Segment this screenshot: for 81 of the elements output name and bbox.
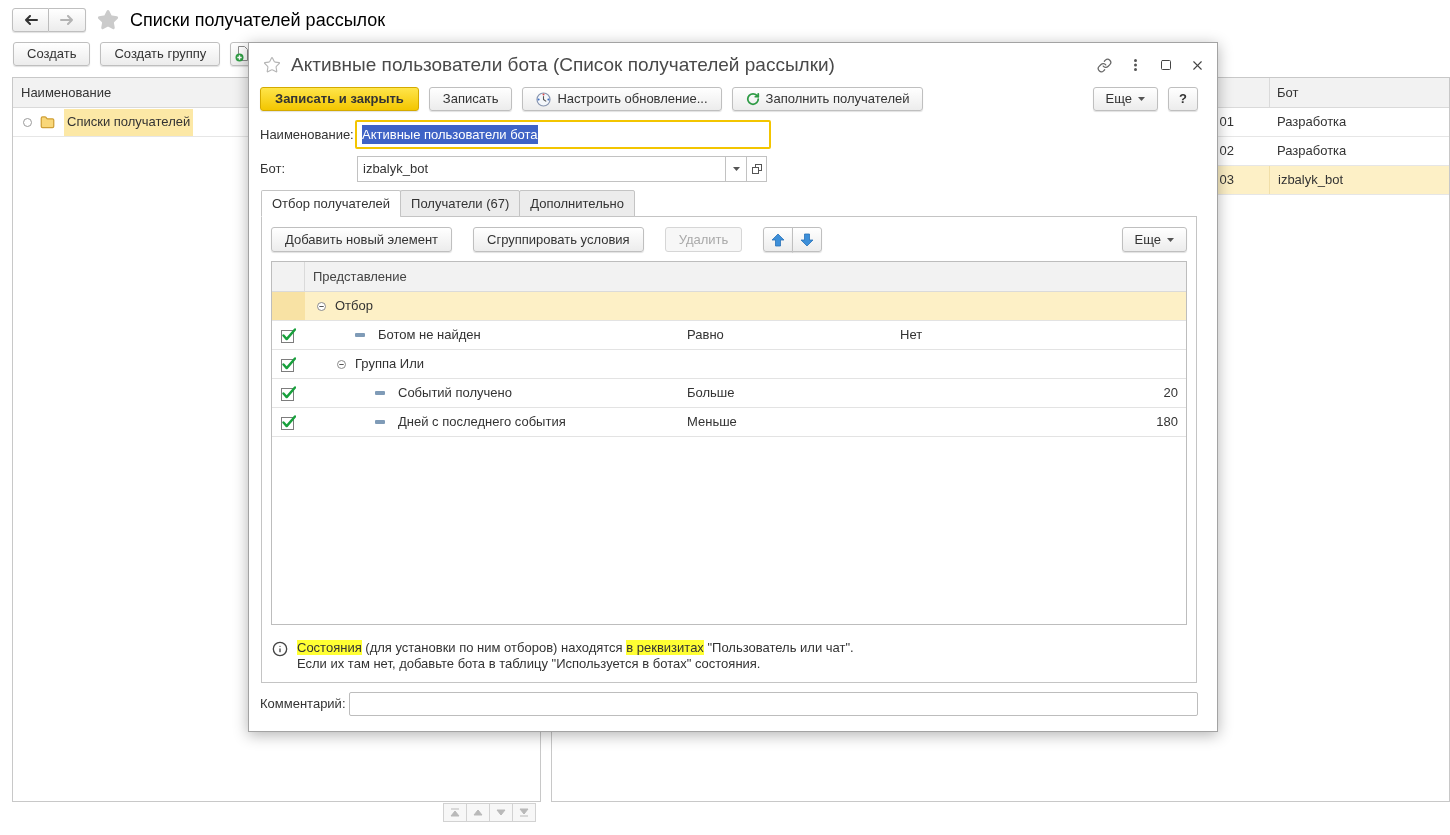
dialog-title: Активные пользователи бота (Список получателей рассылки) — [291, 52, 835, 77]
field-label: Бот: — [260, 160, 287, 179]
circle-icon — [23, 117, 32, 127]
value-cell-text: 180 — [1156, 413, 1178, 432]
info-text: Если их там нет, добавьте бота в таблицу "Используется в ботах" состояния. — [297, 656, 762, 672]
value-cell-text: Нет — [900, 326, 923, 345]
triangle-down-icon — [496, 808, 506, 817]
toolbar-button[interactable]: Добавить новый элемент — [271, 227, 453, 252]
tab[interactable]: Получатели (67) — [400, 190, 521, 217]
help-button[interactable]: ? — [1168, 87, 1198, 111]
table-cell-text: 03 — [1219, 171, 1234, 190]
collapse-icon[interactable] — [317, 301, 326, 311]
star-icon[interactable] — [263, 56, 281, 74]
arrow-right-icon — [60, 15, 74, 25]
group-item[interactable]: Списки получателей — [64, 108, 194, 136]
more-button[interactable]: Еще — [1092, 87, 1158, 111]
dash-icon — [355, 333, 365, 337]
arrow-left-icon — [23, 15, 38, 25]
dots-vertical-icon — [1133, 59, 1137, 71]
condition-label: Событий получено — [398, 384, 512, 403]
toolbar-button[interactable]: Настроить обновление... — [522, 87, 722, 111]
primary-button[interactable]: Записать и закрыть — [260, 87, 419, 111]
dropdown-button[interactable] — [726, 156, 747, 182]
move-up-button[interactable] — [763, 227, 794, 252]
checkbox[interactable] — [281, 356, 296, 372]
clock-icon — [536, 91, 552, 107]
table-cell-text: Разработка — [1277, 113, 1347, 132]
field-label: Комментарий: — [260, 695, 347, 714]
table-cell-text: 02 — [1219, 142, 1234, 161]
value-cell-text: 20 — [1163, 384, 1178, 403]
tab[interactable]: Дополнительно — [519, 190, 635, 217]
dash-icon — [375, 391, 385, 395]
info-icon — [272, 641, 288, 657]
toolbar-button[interactable]: Создать — [13, 42, 91, 66]
open-button[interactable] — [747, 156, 767, 182]
info-text: Состояния (для установки по ним отборов) находятся в реквизитах "Пользователь или чат". — [297, 640, 854, 656]
checkbox[interactable] — [281, 385, 296, 401]
name-field[interactable]: Активные пользователи бота — [355, 120, 771, 149]
toolbar-button[interactable]: Сгруппировать условия — [473, 227, 644, 252]
comment-field[interactable] — [349, 692, 1198, 716]
group-label: Группа Или — [355, 355, 424, 374]
page-title: Списки получателей рассылок — [130, 8, 386, 32]
caret-icon — [1138, 97, 1145, 101]
move-down-button[interactable] — [792, 227, 823, 252]
checkbox[interactable] — [281, 327, 296, 343]
table-cell-text: Разработка — [1277, 142, 1347, 161]
overlapping-squares-icon — [751, 164, 762, 174]
comparison-cell-text: Меньше — [687, 413, 737, 432]
bar-triangle-down-icon — [519, 808, 529, 817]
toolbar-button[interactable]: Записать — [428, 87, 513, 111]
dash-icon — [375, 420, 385, 424]
bot-field[interactable]: izbalyk_bot — [357, 156, 726, 182]
column-header: Бот — [1277, 83, 1299, 102]
table-row[interactable]: Отбор — [272, 292, 1186, 321]
field-label: Наименование: — [260, 125, 355, 144]
folder-icon — [40, 114, 55, 130]
triangle-up-icon — [473, 808, 483, 817]
comparison-cell-text: Равно — [687, 326, 724, 345]
arrow-up-icon — [771, 232, 786, 247]
column-header: Представление — [313, 267, 407, 286]
star-icon[interactable] — [97, 9, 119, 31]
comparison-cell-text: Больше — [687, 384, 735, 403]
group-label: Отбор — [335, 297, 373, 316]
more-button[interactable]: Еще — [1121, 227, 1187, 252]
caret-icon — [1167, 237, 1174, 242]
collapse-icon[interactable] — [337, 359, 346, 369]
arrow-down-icon — [800, 232, 815, 247]
maximize-icon — [1160, 59, 1172, 71]
column-header: Наименование — [21, 83, 112, 102]
tab[interactable]: Отбор получателей — [261, 190, 402, 217]
toolbar-button[interactable]: Создать группу — [100, 42, 221, 66]
table-cell-text: 01 — [1219, 113, 1234, 132]
link-icon — [1096, 57, 1112, 73]
refresh-icon — [745, 92, 760, 106]
condition-label: Дней с последнего события — [398, 413, 566, 432]
back-button[interactable] — [12, 8, 49, 32]
checkbox[interactable] — [281, 414, 296, 430]
table-cell-text: izbalyk_bot — [1278, 171, 1344, 190]
condition-label: Ботом не найден — [378, 326, 481, 345]
toolbar-button[interactable]: Заполнить получателей — [731, 87, 924, 111]
bar-triangle-up-icon — [450, 808, 460, 817]
